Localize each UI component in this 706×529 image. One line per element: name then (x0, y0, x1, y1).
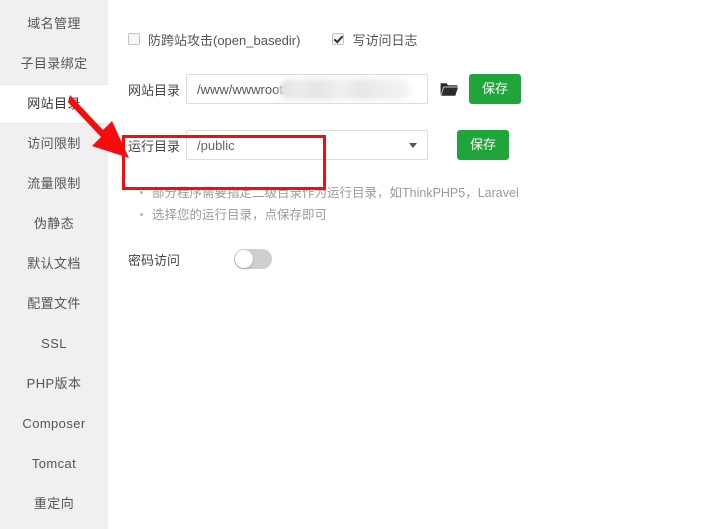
sidebar-item-config-file[interactable]: 配置文件 (0, 284, 108, 324)
sidebar-item-label: 子目录绑定 (20, 56, 88, 71)
sidebar-item-subdirectory-binding[interactable]: 子目录绑定 (0, 44, 108, 84)
password-access-label: 密码访问 (128, 252, 181, 268)
sidebar-item-rewrite[interactable]: 伪静态 (0, 204, 108, 244)
sidebar-item-label: 流量限制 (27, 176, 81, 191)
sidebar-item-label: 域名管理 (27, 16, 81, 31)
settings-sidebar: 域名管理 子目录绑定 网站目录 访问限制 流量限制 伪静态 默认文档 配置文件 … (0, 0, 108, 529)
hint-item: 选择您的运行目录，点保存即可 (138, 204, 706, 226)
password-access-row: 密码访问 (128, 248, 706, 270)
sidebar-item-ssl[interactable]: SSL (0, 324, 108, 364)
sidebar-item-label: 伪静态 (33, 216, 75, 231)
site-directory-settings-page: 域名管理 子目录绑定 网站目录 访问限制 流量限制 伪静态 默认文档 配置文件 … (0, 0, 706, 529)
save-run-directory-button[interactable]: 保存 (457, 130, 510, 160)
run-directory-row: 运行目录 /public 保存 (128, 130, 706, 160)
chevron-down-icon[interactable] (409, 142, 417, 148)
access-log-checkbox-wrapper[interactable]: 写访问日志 (332, 30, 417, 49)
sidebar-item-redirect[interactable]: 重定向 (0, 484, 108, 524)
run-directory-label: 运行目录 (128, 138, 181, 154)
website-directory-input[interactable]: /www/wwwroot/c (186, 74, 428, 104)
website-directory-label: 网站目录 (128, 82, 181, 98)
sidebar-item-label: 配置文件 (27, 296, 81, 311)
sidebar-item-label: Composer (22, 416, 86, 431)
access-log-checkbox[interactable] (332, 33, 345, 45)
open-basedir-checkbox-wrapper[interactable]: 防跨站攻击(open_basedir) (128, 30, 300, 49)
website-directory-row: 网站目录 /www/wwwroot/c 保存 (128, 74, 706, 104)
folder-icon[interactable] (440, 82, 458, 97)
open-basedir-checkbox[interactable] (128, 33, 140, 45)
sidebar-item-label: 访问限制 (27, 136, 81, 151)
sidebar-item-label: 重定向 (33, 496, 75, 511)
sidebar-item-access-restriction[interactable]: 访问限制 (0, 124, 108, 164)
run-directory-hints: 部分程序需要指定二级目录作为运行目录，如ThinkPHP5，Laravel 选择… (138, 182, 706, 226)
sidebar-item-tomcat[interactable]: Tomcat (0, 444, 108, 484)
save-website-directory-button[interactable]: 保存 (469, 74, 522, 104)
sidebar-item-label: SSL (41, 336, 67, 351)
sidebar-item-label: PHP版本 (26, 376, 82, 391)
open-basedir-label: 防跨站攻击(open_basedir) (148, 32, 301, 48)
redacted-path-overlay (279, 79, 411, 100)
password-access-toggle[interactable] (234, 249, 272, 269)
sidebar-item-traffic-limit[interactable]: 流量限制 (0, 164, 108, 204)
sidebar-item-website-directory[interactable]: 网站目录 (0, 84, 108, 124)
toggle-knob (235, 250, 253, 268)
sidebar-item-php-version[interactable]: PHP版本 (0, 364, 108, 404)
sidebar-item-domain-management[interactable]: 域名管理 (0, 4, 108, 44)
sidebar-item-default-document[interactable]: 默认文档 (0, 244, 108, 284)
sidebar-item-label: Tomcat (31, 456, 77, 471)
hint-item: 部分程序需要指定二级目录作为运行目录，如ThinkPHP5，Laravel (138, 182, 706, 204)
run-directory-value: /public (197, 137, 235, 153)
sidebar-item-label: 默认文档 (27, 256, 81, 271)
sidebar-item-composer[interactable]: Composer (0, 404, 108, 444)
run-directory-select[interactable]: /public (186, 130, 428, 160)
sidebar-item-label: 网站目录 (27, 96, 81, 111)
access-log-label: 写访问日志 (352, 32, 418, 48)
settings-main-panel: 防跨站攻击(open_basedir) 写访问日志 网站目录 /www/wwwr… (108, 0, 706, 529)
options-checkbox-row: 防跨站攻击(open_basedir) 写访问日志 (128, 28, 706, 50)
